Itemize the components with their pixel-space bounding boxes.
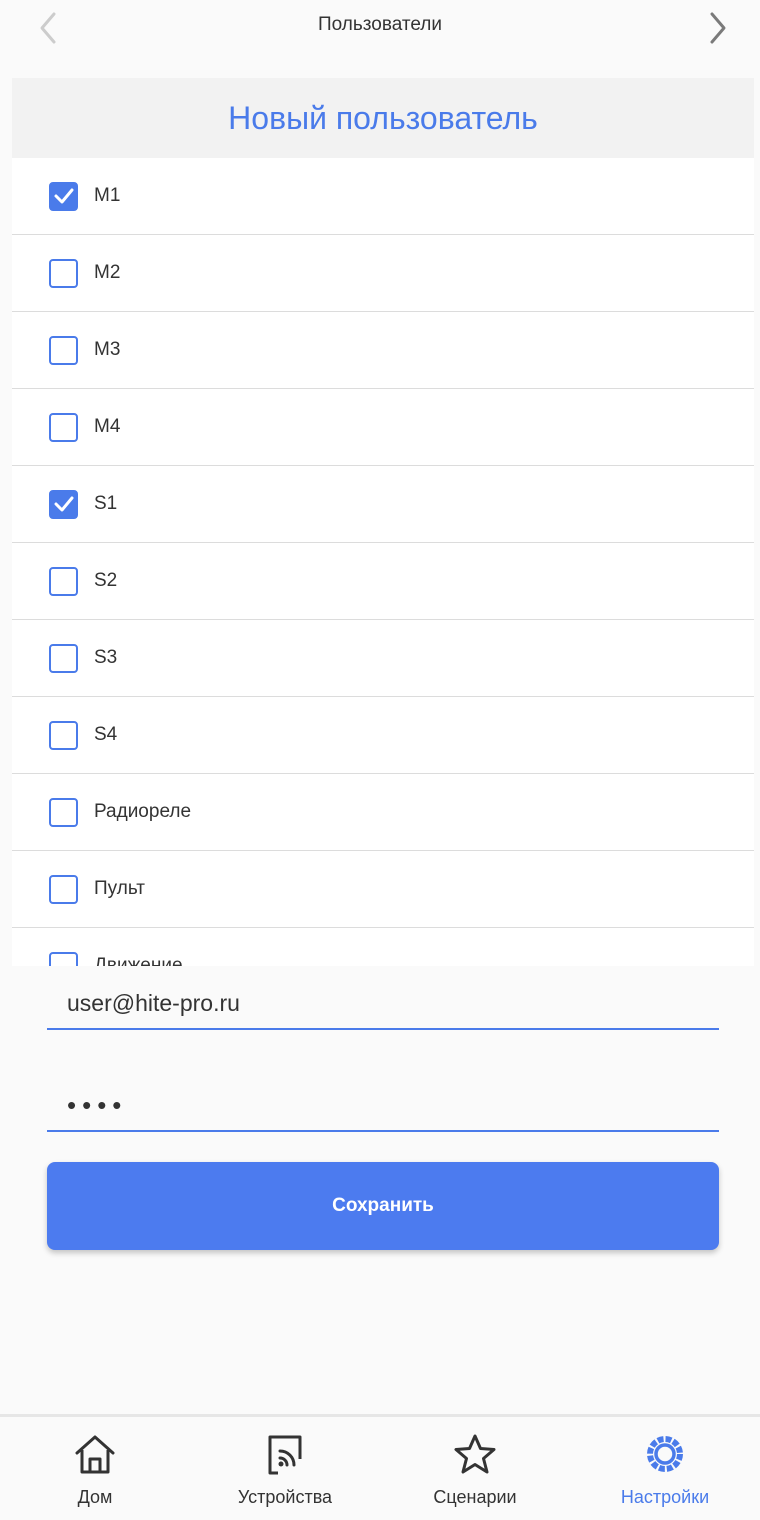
list-item-label: M2 (94, 262, 121, 283)
home-icon (75, 1435, 115, 1474)
checkbox[interactable] (49, 797, 78, 827)
tab-label: Устройства (237, 1487, 333, 1507)
device-checklist[interactable]: M1 M2 M3 M4 S1 S2 S3 S4 Радиореле Пульт … (12, 158, 754, 966)
list-item[interactable]: M3 (12, 312, 754, 389)
page-title: Пользователи (317, 14, 442, 35)
list-item[interactable]: Пульт (12, 851, 754, 928)
list-item[interactable]: S1 (12, 466, 754, 543)
checkbox[interactable] (49, 566, 78, 596)
star-icon (454, 1434, 496, 1474)
tab-devices[interactable]: Устройства (190, 1417, 380, 1520)
list-item[interactable]: M2 (12, 235, 754, 312)
devices-icon (268, 1435, 302, 1475)
list-item[interactable]: Движение (12, 928, 754, 966)
checkbox[interactable] (49, 412, 78, 442)
tab-settings[interactable]: Настройки (570, 1417, 760, 1520)
settings-gear-icon (647, 1436, 683, 1472)
email-field[interactable] (47, 978, 719, 1030)
list-item-label: S3 (94, 647, 118, 668)
list-item[interactable]: M4 (12, 389, 754, 466)
check-icon (54, 496, 73, 512)
list-item-label: Радиореле (94, 801, 192, 822)
check-icon (54, 188, 73, 204)
list-item-label: M3 (94, 339, 121, 360)
checkbox[interactable] (49, 258, 78, 288)
chevron-right-icon (710, 12, 726, 44)
form-title: Новый пользователь (228, 100, 538, 136)
top-bar: Пользователи (0, 0, 760, 70)
list-item-label: Пульт (94, 878, 145, 899)
list-item-label: M4 (94, 416, 121, 437)
tab-scenarios[interactable]: Сценарии (380, 1417, 570, 1520)
checkbox[interactable] (49, 720, 78, 750)
checkbox[interactable] (49, 489, 78, 519)
checkbox[interactable] (49, 335, 78, 365)
list-item-label: Движение (94, 955, 183, 966)
checkbox[interactable] (49, 181, 78, 211)
save-button[interactable]: Сохранить (47, 1162, 719, 1250)
list-item[interactable]: M1 (12, 158, 754, 235)
forward-button[interactable] (694, 6, 738, 50)
checkbox[interactable] (49, 951, 78, 966)
list-item[interactable]: S3 (12, 620, 754, 697)
bottom-tab-bar: Дом Устройства Сценарии Настройки (0, 1414, 760, 1520)
tab-label: Дом (77, 1487, 113, 1507)
tab-label: Настройки (620, 1487, 710, 1507)
form-header: Новый пользователь (12, 78, 754, 158)
checkbox[interactable] (49, 874, 78, 904)
list-item-label: S4 (94, 724, 118, 745)
list-item[interactable]: Радиореле (12, 774, 754, 851)
list-item-label: S2 (94, 570, 118, 591)
list-item[interactable]: S2 (12, 543, 754, 620)
tab-label: Сценарии (433, 1487, 517, 1507)
password-field[interactable] (47, 1080, 719, 1132)
list-item-label: M1 (94, 185, 121, 206)
checkbox[interactable] (49, 643, 78, 673)
list-item-label: S1 (94, 493, 118, 514)
list-item[interactable]: S4 (12, 697, 754, 774)
tab-home[interactable]: Дом (0, 1417, 190, 1520)
